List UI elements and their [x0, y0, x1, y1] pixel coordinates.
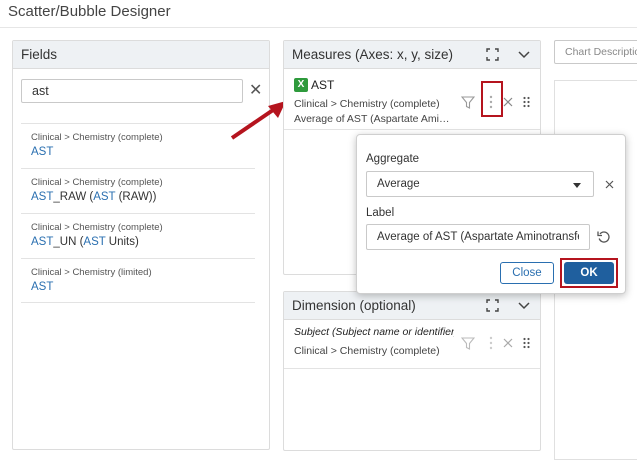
window-title: Scatter/Bubble Designer: [8, 3, 171, 20]
clear-aggregate-icon[interactable]: [601, 176, 617, 192]
field-list: Clinical > Chemistry (complete) AST Clin…: [21, 123, 255, 303]
dimension-panel: Dimension (optional) Subject (Subject na…: [283, 291, 541, 451]
field-name: AST: [31, 281, 54, 293]
drag-handle-icon[interactable]: [518, 335, 534, 351]
drag-handle-icon[interactable]: [518, 94, 534, 110]
field-list-item[interactable]: Clinical > Chemistry (limited) AST: [21, 258, 255, 303]
measures-panel-header: Measures (Axes: x, y, size): [284, 41, 540, 69]
reset-icon[interactable]: [596, 229, 612, 245]
dimension-item[interactable]: Subject (Subject name or identifier) Cli…: [284, 321, 540, 369]
measure-item[interactable]: X AST Clinical > Chemistry (complete) Ave…: [284, 70, 540, 130]
dimension-panel-header: Dimension (optional): [284, 292, 540, 320]
field-search-box: [21, 79, 243, 103]
more-options-highlight: [481, 81, 503, 117]
title-divider: [0, 27, 637, 28]
label-field: [366, 224, 590, 250]
aggregate-selected-value: Average: [377, 178, 420, 190]
label-input[interactable]: [367, 225, 589, 249]
expand-icon[interactable]: [484, 47, 500, 63]
chevron-down-icon[interactable]: [516, 298, 532, 314]
field-path: Clinical > Chemistry (complete): [31, 222, 163, 233]
field-name: AST_UN (AST Units): [31, 236, 139, 248]
label-label: Label: [366, 207, 395, 219]
more-options-icon[interactable]: [483, 335, 499, 351]
dimension-panel-title: Dimension (optional): [292, 298, 416, 313]
field-path: Clinical > Chemistry (limited): [31, 267, 152, 278]
expand-icon[interactable]: [484, 298, 500, 314]
aggregate-select[interactable]: Average: [366, 171, 594, 197]
remove-icon[interactable]: [500, 335, 516, 351]
field-list-item[interactable]: Clinical > Chemistry (complete) AST_UN (…: [21, 213, 255, 258]
dimension-name: Subject (Subject name or identifier): [294, 326, 454, 338]
chart-description-input[interactable]: Chart Description: [554, 40, 637, 64]
field-path: Clinical > Chemistry (complete): [31, 132, 163, 143]
measure-name: AST: [311, 77, 335, 92]
field-list-item[interactable]: Clinical > Chemistry (complete) AST: [21, 123, 255, 168]
field-name: AST_RAW (AST (RAW)): [31, 191, 157, 203]
chevron-down-icon[interactable]: [516, 47, 532, 63]
annotation-arrow: [230, 101, 286, 140]
filter-icon[interactable]: [460, 94, 476, 110]
ok-button[interactable]: OK: [564, 262, 614, 284]
measure-label: Average of AST (Aspartate Aminotransfera…: [294, 113, 452, 125]
measures-panel-title: Measures (Axes: x, y, size): [292, 47, 454, 62]
field-list-item[interactable]: Clinical > Chemistry (complete) AST_RAW …: [21, 168, 255, 213]
close-button[interactable]: Close: [500, 262, 554, 284]
field-search-input[interactable]: [22, 80, 242, 102]
field-name: AST: [31, 146, 54, 158]
axis-badge: X: [294, 77, 308, 92]
fields-panel-title: Fields: [21, 47, 58, 62]
field-path: Clinical > Chemistry (complete): [31, 177, 163, 188]
filter-icon[interactable]: [460, 335, 476, 351]
fields-panel-header: Fields: [13, 41, 269, 69]
caret-down-icon: [573, 183, 581, 188]
aggregate-label: Aggregate: [366, 153, 420, 165]
measure-options-popup: Aggregate Average Label Close OK: [356, 134, 626, 294]
